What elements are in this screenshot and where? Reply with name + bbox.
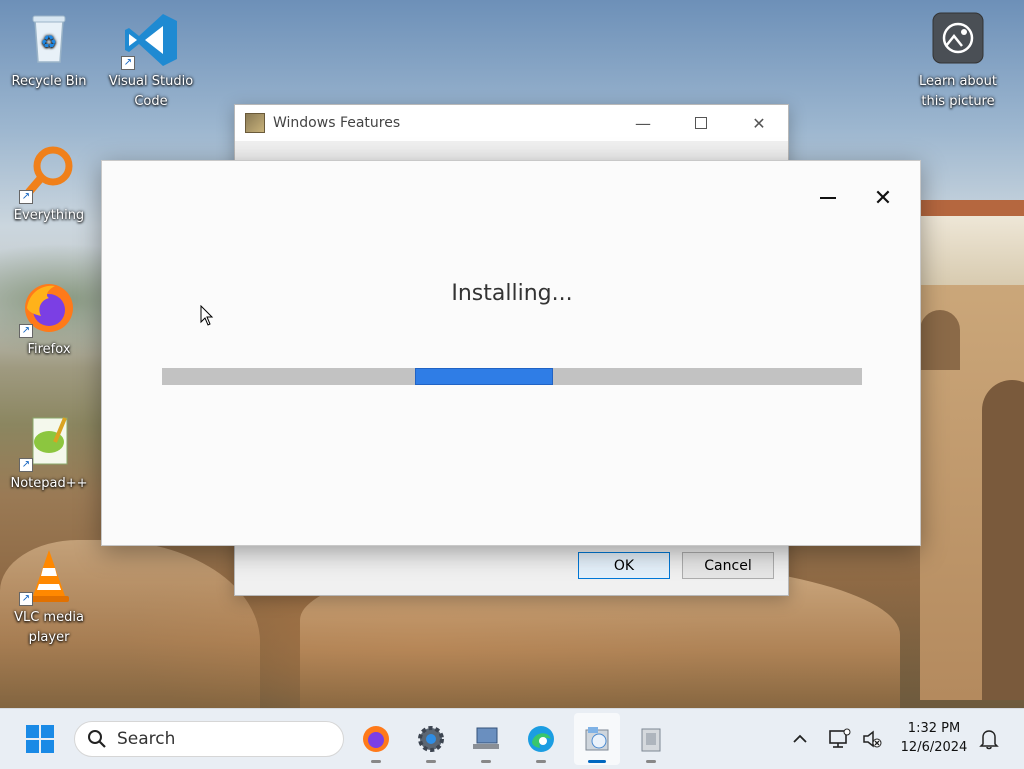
mouse-cursor-icon xyxy=(200,305,214,326)
desktop-icon-label: this picture xyxy=(921,94,995,109)
desktop-icon-recycle-bin[interactable]: ♻ Recycle Bin xyxy=(6,10,92,92)
desktop-icon-label: Notepad++ xyxy=(10,476,88,491)
shortcut-arrow-icon: ↗ xyxy=(19,324,33,338)
desktop-icon-learn-about-picture[interactable]: Learn about this picture xyxy=(915,10,1001,112)
firefox-icon xyxy=(363,726,389,752)
desktop-icon-label: Everything xyxy=(13,208,85,223)
running-indicator xyxy=(481,760,491,763)
speaker-muted-icon xyxy=(863,730,882,748)
windows-logo-icon xyxy=(26,725,54,753)
vscode-icon: ↗ xyxy=(121,10,181,70)
taskbar: Search 1:32 PM 12/6/2024 xyxy=(0,708,1024,769)
installing-dialog[interactable]: ✕ Installing... xyxy=(101,160,921,546)
running-indicator xyxy=(646,760,656,763)
installer-icon xyxy=(585,727,609,751)
minimize-icon: — xyxy=(635,113,651,133)
edge-icon xyxy=(528,726,554,752)
taskbar-app-settings[interactable] xyxy=(413,721,449,763)
network-computer-icon xyxy=(473,727,499,749)
search-icon xyxy=(88,730,106,748)
desktop-icon-vlc[interactable]: ↗ VLC media player xyxy=(6,546,92,648)
desktop-icon-label: player xyxy=(28,630,70,645)
recycle-bin-icon: ♻ xyxy=(19,10,79,70)
maximize-button[interactable] xyxy=(672,105,730,141)
maximize-icon xyxy=(695,117,707,129)
taskbar-app-installer[interactable] xyxy=(579,721,615,763)
taskbar-app-firefox[interactable] xyxy=(358,721,394,763)
close-icon: ✕ xyxy=(873,185,893,211)
wallpaper-buildings xyxy=(920,200,1024,285)
progress-bar xyxy=(162,368,862,385)
svg-text:♻: ♻ xyxy=(41,32,57,53)
clock[interactable]: 1:32 PM 12/6/2024 xyxy=(892,719,976,757)
camera-icon xyxy=(928,10,988,70)
window-title: Windows Features xyxy=(273,115,401,131)
start-button[interactable] xyxy=(22,721,58,757)
search-placeholder: Search xyxy=(117,729,176,749)
firefox-icon: ↗ xyxy=(19,278,79,338)
chevron-up-icon xyxy=(793,734,807,743)
clock-time: 1:32 PM xyxy=(907,721,961,736)
desktop-icon-everything[interactable]: ↗ Everything xyxy=(6,144,92,226)
clock-date: 12/6/2024 xyxy=(900,740,968,755)
volume-button[interactable] xyxy=(854,721,890,757)
wallpaper-bridge xyxy=(920,280,1024,700)
desktop-icon-firefox[interactable]: ↗ Firefox xyxy=(6,278,92,360)
show-hidden-icons-button[interactable] xyxy=(782,721,818,757)
desktop-icon-label: Code xyxy=(134,94,168,109)
running-indicator xyxy=(426,760,436,763)
title-bar[interactable]: Windows Features — ✕ xyxy=(235,105,788,141)
progress-indicator xyxy=(415,368,553,385)
desktop-icon-label: Firefox xyxy=(27,342,71,357)
settings-gear-icon xyxy=(418,726,444,752)
running-indicator-active xyxy=(588,760,606,763)
notepadpp-icon: ↗ xyxy=(19,412,79,472)
notifications-button[interactable] xyxy=(971,721,1007,757)
dialog-minimize-button[interactable] xyxy=(815,185,841,211)
network-status-button[interactable] xyxy=(822,721,858,757)
close-icon: ✕ xyxy=(752,113,766,133)
ok-button[interactable]: OK xyxy=(578,552,670,579)
desktop-icon-label: Learn about xyxy=(919,74,997,89)
shortcut-arrow-icon: ↗ xyxy=(19,458,33,472)
taskbar-search-box[interactable]: Search xyxy=(74,721,344,757)
desktop-icon-label: VLC media xyxy=(14,610,84,625)
everything-search-icon: ↗ xyxy=(19,144,79,204)
desktop-icon-label: Recycle Bin xyxy=(11,74,87,89)
running-indicator xyxy=(536,760,546,763)
close-button[interactable]: ✕ xyxy=(730,105,788,141)
desktop-icon-label: Visual Studio xyxy=(108,74,194,89)
installing-status-text: Installing... xyxy=(451,281,573,306)
network-monitor-icon xyxy=(829,728,851,748)
minimize-button[interactable]: — xyxy=(614,105,672,141)
taskbar-app-package[interactable] xyxy=(633,721,669,763)
desktop-icon-notepadpp[interactable]: ↗ Notepad++ xyxy=(6,412,92,494)
shortcut-arrow-icon: ↗ xyxy=(19,592,33,606)
desktop-icon-vscode[interactable]: ↗ Visual Studio Code xyxy=(108,10,194,112)
minimize-icon xyxy=(820,197,836,199)
bell-icon xyxy=(979,730,999,750)
vlc-icon: ↗ xyxy=(19,546,79,606)
package-icon xyxy=(641,728,661,752)
cancel-button[interactable]: Cancel xyxy=(682,552,774,579)
taskbar-app-network[interactable] xyxy=(468,721,504,763)
windows-features-app-icon xyxy=(245,113,265,133)
running-indicator xyxy=(371,760,381,763)
shortcut-arrow-icon: ↗ xyxy=(121,56,135,70)
dialog-close-button[interactable]: ✕ xyxy=(870,185,896,211)
taskbar-app-edge[interactable] xyxy=(523,721,559,763)
shortcut-arrow-icon: ↗ xyxy=(19,190,33,204)
